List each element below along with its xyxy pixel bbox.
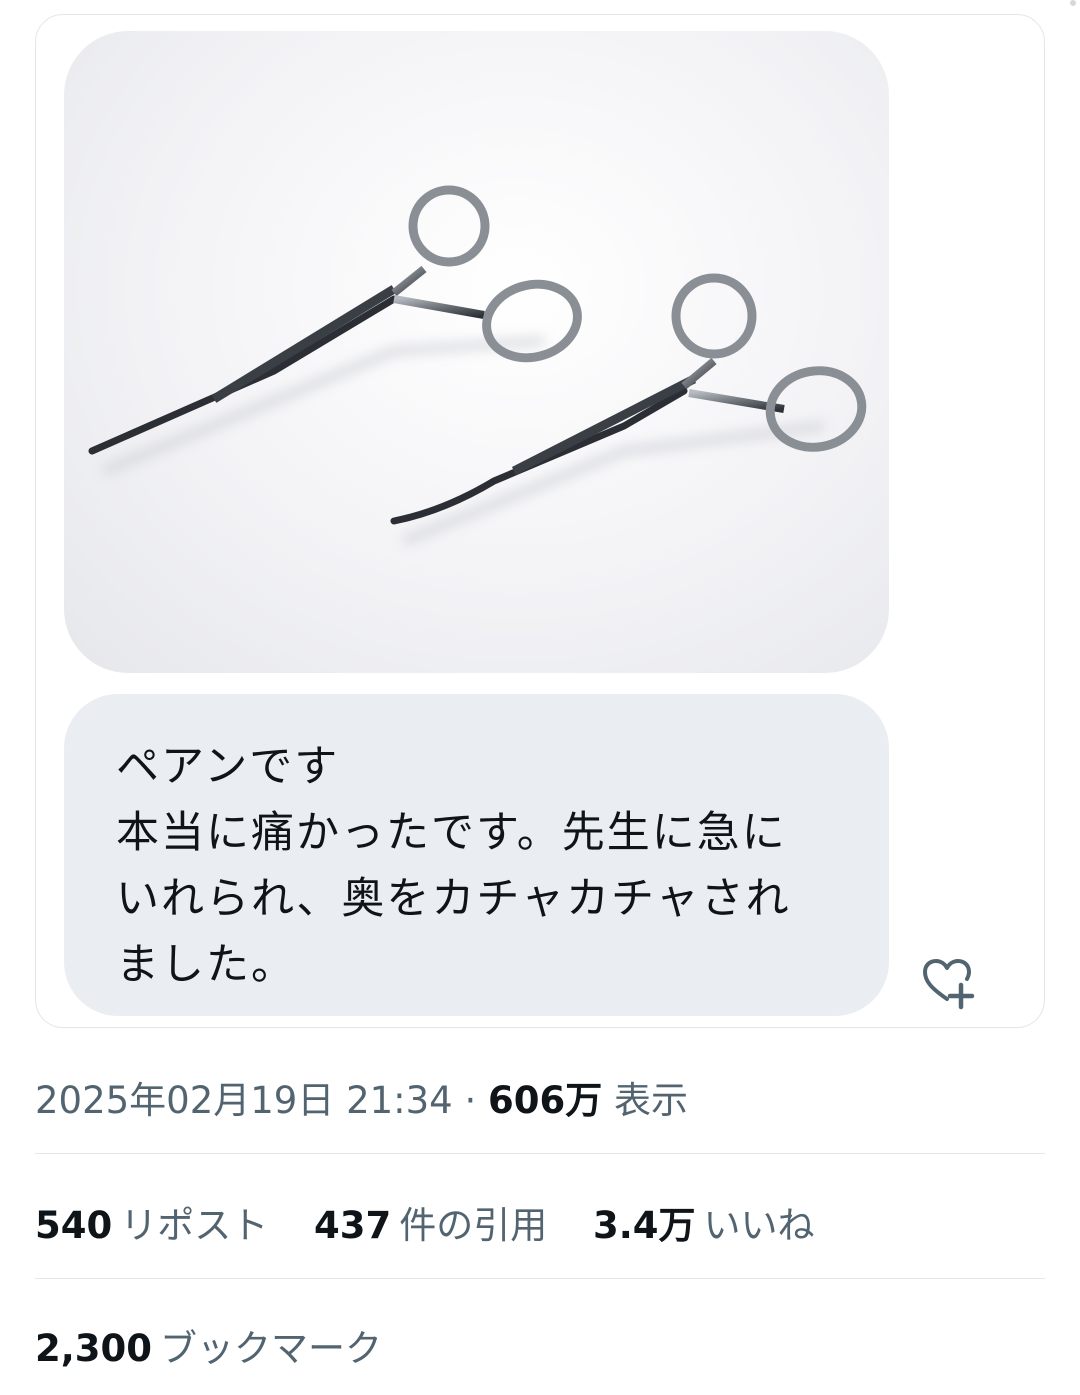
- message-bubble: ペアンです 本当に痛かったです。先生に急に いれられ、奥をカチャカチャされ まし…: [64, 694, 889, 1016]
- meta-separator: ·: [464, 1079, 477, 1122]
- reposts-stat[interactable]: 540 リポスト: [35, 1195, 268, 1249]
- post-image[interactable]: [64, 31, 889, 673]
- likes-label: いいね: [703, 1204, 815, 1247]
- quoted-post-card[interactable]: ペアンです 本当に痛かったです。先生に急に いれられ、奥をカチャカチャされ まし…: [35, 14, 1045, 1028]
- message-text: ペアンです 本当に痛かったです。先生に急に いれられ、奥をカチャカチャされ まし…: [116, 742, 791, 990]
- bookmarks-label: ブックマーク: [160, 1327, 383, 1370]
- reposts-count: 540: [35, 1204, 113, 1247]
- bookmarks-stat[interactable]: 2,300 ブックマーク: [35, 1318, 382, 1372]
- scrollbar-thumb[interactable]: [1070, 0, 1076, 6]
- bookmarks-count: 2,300: [35, 1327, 153, 1370]
- heart-plus-icon[interactable]: [919, 955, 975, 1011]
- likes-stat[interactable]: 3.4万 いいね: [593, 1195, 815, 1249]
- quotes-stat[interactable]: 437 件の引用: [314, 1195, 547, 1249]
- views-count: 606万: [488, 1079, 603, 1122]
- post-timestamp[interactable]: 2025年02月19日 21:34: [35, 1079, 453, 1122]
- quotes-label: 件の引用: [399, 1204, 548, 1247]
- likes-count: 3.4万: [593, 1204, 696, 1247]
- engagement-stats: 540 リポスト 437 件の引用 3.4万 いいね: [35, 1195, 849, 1249]
- divider: [35, 1278, 1045, 1279]
- straight-forceps: [88, 185, 582, 455]
- views-label: 表示: [614, 1079, 689, 1122]
- divider: [35, 1153, 1045, 1154]
- quotes-count: 437: [314, 1204, 392, 1247]
- forceps-illustration: [88, 185, 867, 546]
- reposts-label: リポスト: [120, 1204, 269, 1247]
- post-meta: 2025年02月19日 21:34 · 606万 表示: [35, 1070, 688, 1124]
